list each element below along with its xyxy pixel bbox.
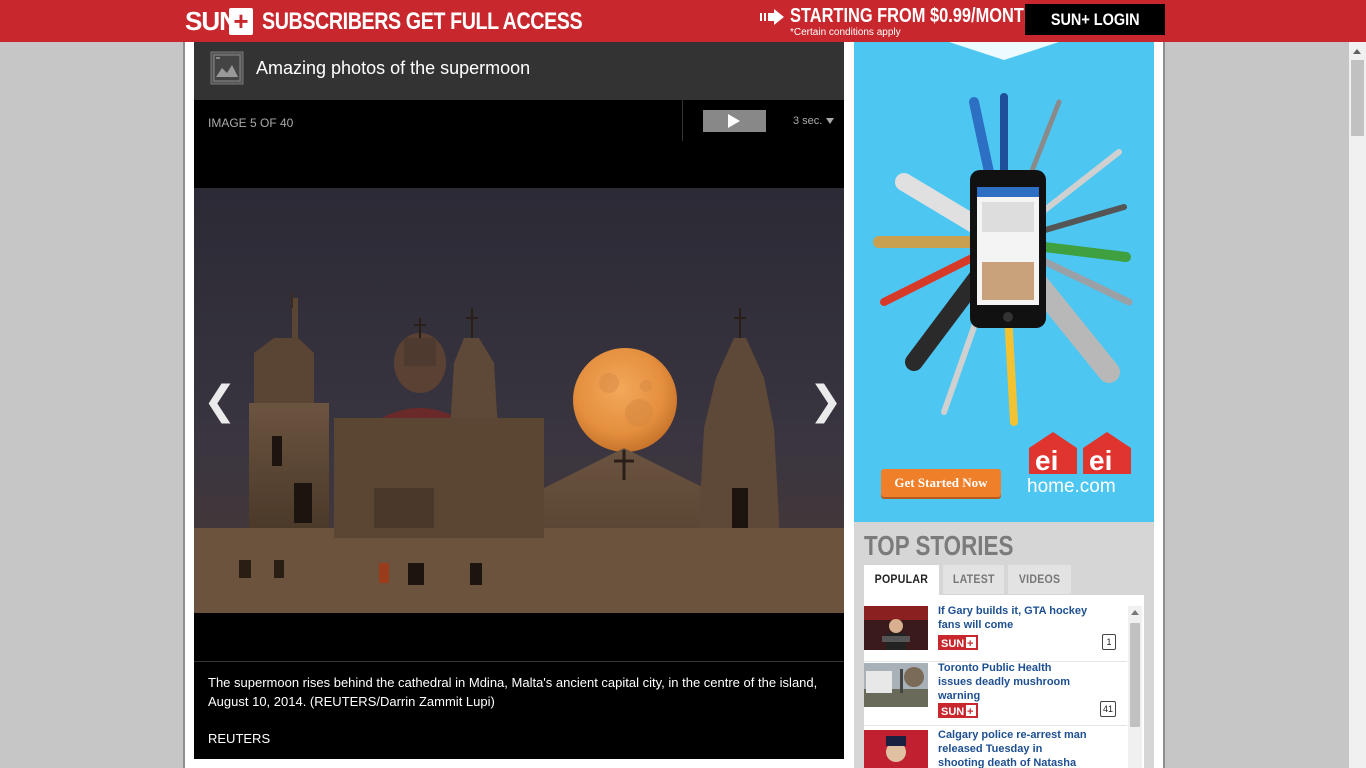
conditions-note: *Certain conditions apply xyxy=(790,27,901,38)
list-item[interactable]: Toronto Public Health issues deadly mush… xyxy=(864,659,1127,726)
story-headline[interactable]: If Gary builds it, GTA hockey fans will … xyxy=(938,604,1088,632)
chevron-down-icon xyxy=(826,118,835,125)
photo-top-padding xyxy=(194,141,844,188)
tab-latest[interactable]: LATEST xyxy=(943,565,1004,594)
comment-count[interactable]: 41 xyxy=(1100,701,1116,717)
svg-text:+: + xyxy=(967,706,973,718)
sun-plus-logo[interactable]: SUN + xyxy=(185,7,253,36)
sun-plus-badge: SUN + xyxy=(938,703,978,718)
plus-icon: + xyxy=(229,8,253,35)
tab-popular[interactable]: POPULAR xyxy=(864,565,939,595)
story-thumbnail xyxy=(864,663,928,707)
play-icon xyxy=(728,114,740,128)
tab-label: LATEST xyxy=(952,572,995,586)
scroll-up-icon[interactable] xyxy=(1131,610,1139,615)
svg-text:+: + xyxy=(967,638,973,650)
comment-count[interactable]: 1 xyxy=(1102,634,1116,650)
tab-label: VIDEOS xyxy=(1018,572,1061,586)
sun-plus-login-button[interactable]: SUN+ LOGIN xyxy=(1025,4,1165,35)
slideshow-speed-dropdown[interactable]: 3 sec. xyxy=(793,114,835,128)
svg-text:ei: ei xyxy=(1089,445,1112,474)
tab-label: POPULAR xyxy=(874,572,929,586)
scroll-up-icon[interactable] xyxy=(1353,49,1361,54)
svg-text:SUN: SUN xyxy=(941,638,964,650)
svg-text:SUN: SUN xyxy=(941,706,964,718)
scrollbar-thumb[interactable] xyxy=(1130,623,1140,727)
story-headline[interactable]: Calgary police re-arrest man released Tu… xyxy=(938,728,1088,768)
tab-videos[interactable]: VIDEOS xyxy=(1008,565,1071,594)
gallery-title: Amazing photos of the supermoon xyxy=(256,58,531,78)
get-started-button[interactable]: Get Started Now xyxy=(881,469,1001,497)
list-item[interactable]: Calgary police re-arrest man released Tu… xyxy=(864,726,1127,768)
photo-gallery-icon xyxy=(210,51,244,85)
right-arrow-icon xyxy=(760,9,784,25)
banner-headline[interactable]: SUBSCRIBERS GET FULL ACCESS xyxy=(262,7,583,36)
login-label: SUN+ LOGIN xyxy=(1050,10,1140,29)
gallery-photo[interactable] xyxy=(194,188,844,613)
offer-text[interactable]: STARTING FROM $0.99/MONTH* xyxy=(790,4,1042,28)
sun-plus-badge: SUN + xyxy=(938,635,978,650)
slideshow-play-button[interactable] xyxy=(703,110,766,132)
photo-bottom-padding xyxy=(194,613,844,661)
photo-credit: REUTERS xyxy=(208,731,271,746)
eiei-logo[interactable]: ei ei xyxy=(1029,432,1131,474)
image-counter: IMAGE 5 OF 40 xyxy=(208,116,294,130)
story-thumbnail xyxy=(864,606,928,650)
speed-value: 3 sec. xyxy=(793,115,823,127)
list-item[interactable]: If Gary builds it, GTA hockey fans will … xyxy=(864,602,1127,662)
window-scrollbar[interactable] xyxy=(1349,42,1366,768)
controls-divider xyxy=(682,100,683,141)
previous-image-arrow[interactable]: ❮ xyxy=(203,378,237,424)
top-stories-title: TOP STORIES xyxy=(864,530,1014,561)
ad-domain[interactable]: home.com xyxy=(1027,476,1116,498)
svg-text:ei: ei xyxy=(1035,445,1058,474)
story-list-scrollbar[interactable] xyxy=(1128,606,1142,768)
next-image-arrow[interactable]: ❯ xyxy=(809,378,843,424)
story-thumbnail xyxy=(864,730,928,768)
supermoon-cathedral-image xyxy=(194,188,844,613)
story-headline[interactable]: Toronto Public Health issues deadly mush… xyxy=(938,661,1088,703)
photo-caption: The supermoon rises behind the cathedral… xyxy=(208,675,818,709)
scrollbar-thumb[interactable] xyxy=(1351,60,1364,136)
